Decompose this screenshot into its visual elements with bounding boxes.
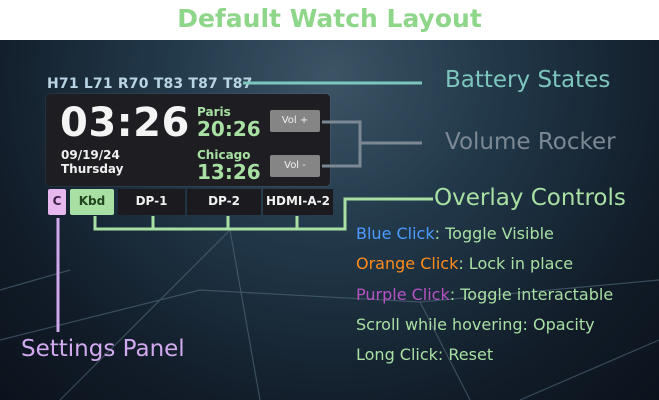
- help-long-click: Long Click: Reset: [356, 345, 494, 364]
- purple-click-action: : Toggle interactable: [449, 285, 614, 304]
- vr-scene-background: H71 L71 R70 T83 T87 T87 03:26 09/19/24 Thursd…: [0, 40, 659, 400]
- purple-click-label: Purple Click: [356, 285, 450, 304]
- help-blue-click: Blue Click: Toggle Visible: [356, 224, 554, 243]
- blue-click-label: Blue Click: [356, 224, 435, 243]
- help-scroll: Scroll while hovering: Opacity: [356, 315, 595, 334]
- battery-states-label: Battery States: [445, 67, 611, 93]
- help-orange-click: Orange Click: Lock in place: [356, 254, 573, 273]
- page-title: Default Watch Layout: [0, 0, 659, 40]
- orange-click-action: : Lock in place: [458, 254, 574, 273]
- volume-rocker-label: Volume Rocker: [445, 129, 616, 155]
- help-purple-click: Purple Click: Toggle interactable: [356, 285, 613, 304]
- settings-panel-label: Settings Panel: [21, 336, 185, 362]
- blue-click-action: : Toggle Visible: [434, 224, 554, 243]
- volume-bracket-line: [322, 120, 362, 168]
- orange-click-label: Orange Click: [356, 254, 459, 273]
- overlay-controls-label: Overlay Controls: [434, 185, 626, 211]
